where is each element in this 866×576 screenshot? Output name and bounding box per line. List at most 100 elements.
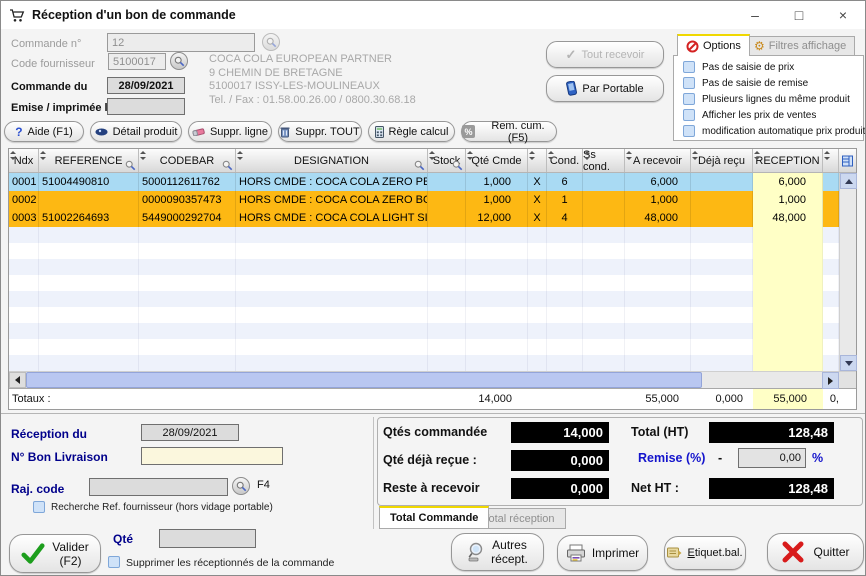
cell-reference[interactable]: 51004490810 [39, 173, 139, 191]
fournisseur-search-icon[interactable] [170, 52, 188, 70]
valider-button[interactable]: Valider (F2) [9, 534, 101, 573]
cell-designation[interactable]: HORS CMDE : COCA COLA LIGHT SI [236, 209, 428, 227]
vertical-scrollbar[interactable] [839, 173, 856, 371]
cell-codebar[interactable]: 0000090357473 [139, 191, 236, 209]
column-chooser-icon[interactable] [839, 149, 856, 172]
tab-total-commande[interactable]: Total Commande [379, 506, 489, 529]
emise-field[interactable] [107, 98, 185, 115]
cell-cond[interactable]: 4 [547, 209, 583, 227]
cell-designation[interactable]: HORS CMDE : COCA COLA ZERO BO [236, 191, 428, 209]
regle-calcul-button[interactable]: Règle calcul [368, 121, 455, 142]
checkbox-modif-auto-prix[interactable] [683, 125, 695, 137]
suppr-tout-button[interactable]: Suppr. TOUT [278, 121, 362, 142]
commande-no-field[interactable] [107, 33, 255, 52]
col-header-ss-cond[interactable]: Ss cond. [583, 149, 625, 172]
cell-stock[interactable] [428, 209, 466, 227]
cell-deja[interactable] [691, 173, 753, 191]
scroll-right-icon[interactable] [822, 372, 839, 389]
cell-deja[interactable] [691, 191, 753, 209]
cell-ndx[interactable]: 0001 [9, 173, 39, 191]
cell-x[interactable]: X [528, 191, 547, 209]
column-search-icon[interactable] [222, 160, 233, 171]
col-header-reference[interactable]: REFERENCE [39, 149, 139, 172]
table-row[interactable]: 0001 51004490810 5000112611762 HORS CMDE… [9, 173, 839, 191]
remise-field[interactable] [738, 448, 806, 468]
checkbox-pas-saisie-remise[interactable] [683, 77, 695, 89]
commande-search-icon[interactable] [262, 33, 280, 51]
scroll-left-icon[interactable] [9, 372, 26, 388]
cell-reception[interactable]: 6,000 [753, 173, 823, 191]
cell-cond[interactable]: 6 [547, 173, 583, 191]
col-header-codebar[interactable]: CODEBAR [139, 149, 236, 172]
raj-code-field[interactable] [89, 478, 228, 496]
tout-recevoir-button[interactable]: ✓ Tout recevoir [546, 41, 664, 68]
cell-extra[interactable] [823, 191, 839, 209]
aide-button[interactable]: ? Aide (F1) [4, 121, 84, 142]
imprimer-button[interactable]: Imprimer [557, 535, 648, 571]
cell-ss-cond[interactable] [583, 209, 625, 227]
cell-recevoir[interactable]: 48,000 [625, 209, 691, 227]
tab-filtres-affichage[interactable]: ⚙ Filtres affichage [745, 36, 855, 56]
checkbox-supprimer-receptionnes[interactable] [108, 556, 120, 568]
cell-codebar[interactable]: 5449000292704 [139, 209, 236, 227]
detail-produit-button[interactable]: Détail produit [90, 121, 182, 142]
scroll-up-icon[interactable] [840, 173, 857, 189]
cell-recevoir[interactable]: 6,000 [625, 173, 691, 191]
cell-stock[interactable] [428, 173, 466, 191]
horizontal-scrollbar[interactable] [9, 371, 856, 388]
cell-codebar[interactable]: 5000112611762 [139, 173, 236, 191]
cell-stock[interactable] [428, 191, 466, 209]
table-row[interactable]: 0003 51002264693 5449000292704 HORS CMDE… [9, 209, 839, 227]
column-search-icon[interactable] [125, 160, 136, 171]
col-header-deja-recu[interactable]: Déjà reçu [691, 149, 753, 172]
cell-qte[interactable]: 1,000 [466, 173, 528, 191]
cell-cond[interactable]: 1 [547, 191, 583, 209]
checkbox-recherche-ref[interactable] [33, 501, 45, 513]
autres-recept-button[interactable]: Autres récept. [451, 533, 544, 571]
checkbox-pas-saisie-prix[interactable] [683, 61, 695, 73]
scrollbar-thumb[interactable] [26, 372, 702, 388]
rem-cum-button[interactable]: % Rem. cum. (F5) [461, 121, 557, 142]
cell-reception[interactable]: 1,000 [753, 191, 823, 209]
cell-x[interactable]: X [528, 209, 547, 227]
col-header-designation[interactable]: DESIGNATION [236, 149, 428, 172]
cell-ndx[interactable]: 0002 [9, 191, 39, 209]
cell-extra[interactable] [823, 209, 839, 227]
code-fournisseur-field[interactable] [108, 53, 166, 70]
cell-recevoir[interactable]: 1,000 [625, 191, 691, 209]
suppr-ligne-button[interactable]: Suppr. ligne [188, 121, 272, 142]
cell-ss-cond[interactable] [583, 191, 625, 209]
qte-field[interactable] [159, 529, 256, 548]
cell-reference[interactable] [39, 191, 139, 209]
par-portable-button[interactable]: Par Portable [546, 75, 664, 102]
cell-qte[interactable]: 1,000 [466, 191, 528, 209]
col-header-qte-cmde[interactable]: Qté Cmde [466, 149, 528, 172]
commande-du-field[interactable] [107, 77, 185, 94]
cell-extra[interactable] [823, 173, 839, 191]
cell-reference[interactable]: 51002264693 [39, 209, 139, 227]
col-header-stock[interactable]: Stock [428, 149, 466, 172]
maximize-button[interactable]: □ [777, 7, 821, 23]
col-header-reception[interactable]: RECEPTION [753, 149, 823, 172]
column-search-icon[interactable] [452, 160, 463, 171]
cell-x[interactable]: X [528, 173, 547, 191]
table-row[interactable]: 0002 0000090357473 HORS CMDE : COCA COLA… [9, 191, 839, 209]
raj-code-search-icon[interactable] [232, 477, 250, 495]
etiquet-bal-button[interactable]: Etiquet.bal. [664, 536, 746, 570]
col-header-a-recevoir[interactable]: A recevoir [625, 149, 691, 172]
close-button[interactable]: × [821, 7, 865, 23]
cell-qte[interactable]: 12,000 [466, 209, 528, 227]
cell-reception[interactable]: 48,000 [753, 209, 823, 227]
checkbox-afficher-prix[interactable] [683, 109, 695, 121]
cell-ss-cond[interactable] [583, 173, 625, 191]
col-header-x[interactable] [528, 149, 547, 172]
scroll-down-icon[interactable] [840, 355, 857, 371]
col-header-extra[interactable] [823, 149, 839, 172]
bon-livraison-field[interactable] [141, 447, 283, 465]
column-search-icon[interactable] [414, 160, 425, 171]
cell-ndx[interactable]: 0003 [9, 209, 39, 227]
tab-options[interactable]: Options [677, 34, 750, 56]
quitter-button[interactable]: Quitter [767, 533, 864, 571]
minimize-button[interactable]: – [733, 7, 777, 23]
cell-designation[interactable]: HORS CMDE : COCA COLA ZERO PE [236, 173, 428, 191]
